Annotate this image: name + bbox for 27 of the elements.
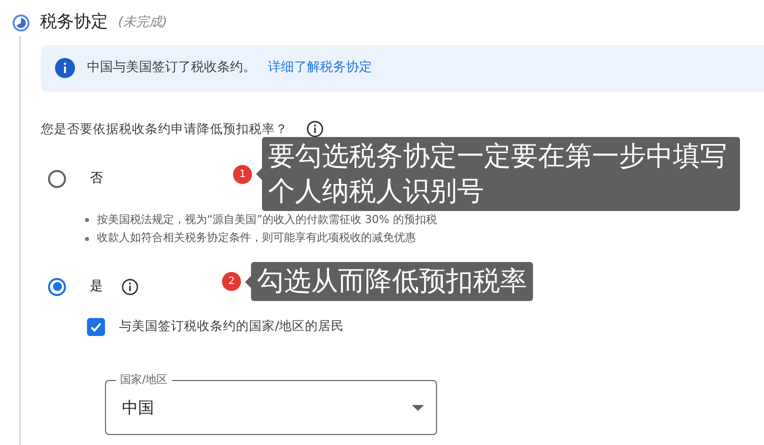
callout-box: 勾选从而降低预扣税率 bbox=[251, 262, 533, 301]
option-label[interactable]: 否 bbox=[90, 169, 103, 189]
field-label: 国家/地区 bbox=[119, 372, 169, 388]
option-label[interactable]: 是 bbox=[90, 276, 103, 296]
note-text: 收款人如符合相关税务协定条件，则可能享有此项税收的减免优惠 bbox=[97, 230, 416, 246]
info-icon[interactable] bbox=[121, 278, 139, 296]
note-text: 按美国税法规定，视为“源自美国”的收入的付款需征收 30% 的预扣税 bbox=[97, 212, 437, 228]
step-status: (未完成) bbox=[118, 14, 168, 32]
notice-text: 中国与美国签订了税收条约。 bbox=[87, 59, 256, 78]
radio-button[interactable] bbox=[48, 170, 66, 188]
info-icon[interactable] bbox=[306, 120, 324, 138]
learn-more-link[interactable]: 详细了解税务协定 bbox=[268, 58, 372, 78]
radio-button[interactable] bbox=[48, 278, 66, 296]
callout-number: 1 bbox=[233, 164, 252, 184]
info-icon bbox=[55, 58, 75, 78]
bullet-icon bbox=[85, 236, 89, 240]
callout-number: 2 bbox=[222, 272, 241, 291]
question-text: 您是否要依据税收条约申请降低预扣税率？ bbox=[41, 120, 288, 138]
progress-icon bbox=[12, 14, 30, 32]
selected-value: 中国 bbox=[122, 397, 154, 419]
checkbox[interactable] bbox=[87, 318, 105, 336]
caret-icon bbox=[412, 405, 424, 411]
checkbox-label: 与美国签订税收条约的国家/地区的居民 bbox=[119, 317, 344, 336]
country-select[interactable]: 国家/地区 中国 bbox=[105, 372, 437, 435]
callout-box: 要勾选税务协定一定要在第一步中填写个人纳税人识别号 bbox=[262, 137, 740, 211]
step-title: 税务协定 bbox=[40, 11, 108, 34]
bullet-icon bbox=[85, 218, 89, 222]
